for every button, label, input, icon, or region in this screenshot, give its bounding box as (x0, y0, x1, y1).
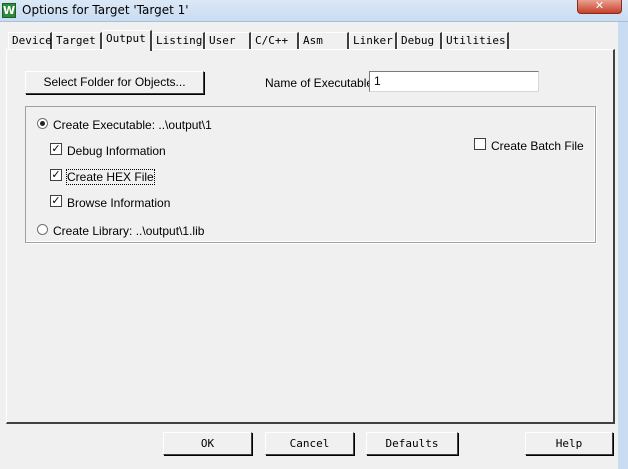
tab-utilities[interactable]: Utilities (442, 32, 509, 50)
debug-information-checkbox[interactable]: ✓ (50, 143, 62, 155)
close-button[interactable]: ✕ (577, 0, 622, 14)
tab-c-cpp[interactable]: C/C++ (251, 32, 299, 50)
tab-listing[interactable]: Listing (152, 32, 205, 50)
debug-information-label[interactable]: Debug Information (67, 144, 166, 158)
create-library-label[interactable]: Create Library: ..\output\1.lib (53, 224, 204, 238)
ok-button[interactable]: OK (163, 432, 252, 455)
create-library-radio[interactable] (37, 224, 48, 235)
help-button[interactable]: Help (525, 432, 613, 455)
cancel-button[interactable]: Cancel (265, 432, 354, 455)
create-hex-file-label[interactable]: Create HEX File (66, 169, 155, 185)
name-of-executable-input[interactable]: 1 (369, 71, 539, 92)
tab-asm[interactable]: Asm (299, 32, 349, 50)
browse-information-checkbox[interactable]: ✓ (50, 195, 62, 207)
tab-linker[interactable]: Linker (349, 32, 397, 50)
create-executable-radio[interactable] (37, 118, 48, 129)
window-frame (618, 22, 628, 469)
tab-target[interactable]: Target (52, 32, 102, 50)
title-bar: W Options for Target 'Target 1' ✕ (0, 0, 628, 22)
tab-output[interactable]: Output (102, 30, 152, 51)
create-batch-file-checkbox[interactable] (474, 138, 486, 150)
app-icon: W (2, 3, 16, 18)
name-of-executable-label: Name of Executable: (265, 76, 377, 90)
create-batch-file-label[interactable]: Create Batch File (491, 139, 584, 153)
window-title: Options for Target 'Target 1' (22, 3, 189, 17)
tab-debug[interactable]: Debug (397, 32, 442, 50)
defaults-button[interactable]: Defaults (366, 432, 458, 455)
browse-information-label[interactable]: Browse Information (67, 196, 170, 210)
select-folder-button[interactable]: Select Folder for Objects... (25, 71, 204, 94)
tab-device[interactable]: Device (8, 32, 52, 50)
create-hex-file-checkbox[interactable]: ✓ (50, 169, 62, 181)
tab-user[interactable]: User (205, 32, 251, 50)
create-executable-label[interactable]: Create Executable: ..\output\1 (53, 118, 212, 132)
